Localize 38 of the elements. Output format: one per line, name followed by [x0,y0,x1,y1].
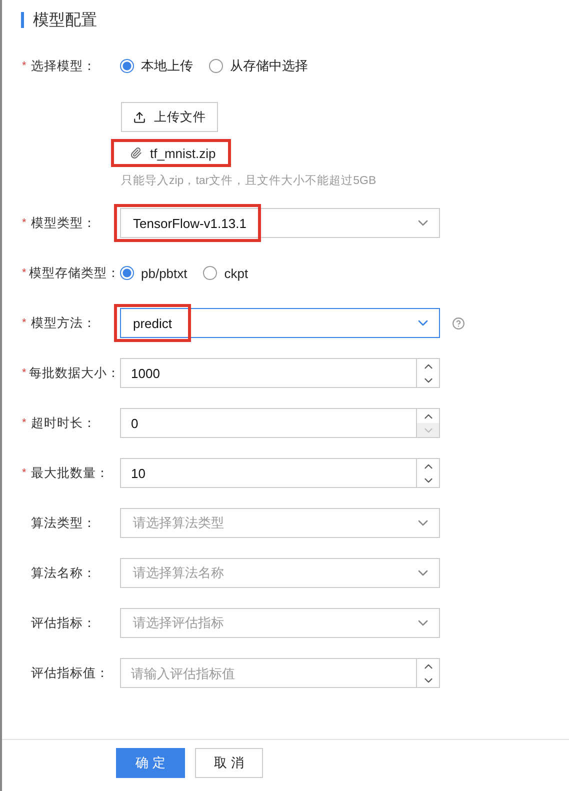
field-label: 评估指标： [31,614,96,632]
section-title: 模型配置 [33,10,97,30]
required-mark: * [22,367,28,379]
radio-button[interactable] [120,59,134,73]
field-label: 算法名称： [31,564,96,582]
field-label: 模型存储类型： [29,264,120,282]
radio-option[interactable]: pb/pbtxt [120,266,188,280]
required-mark: * [22,417,28,429]
upload-hint: 只能导入zip，tar文件，且文件大小不能超过5GB [121,174,376,188]
paperclip-icon [130,147,142,159]
required-mark: * [22,467,28,479]
required-mark: * [22,60,28,72]
radio-option[interactable]: ckpt [203,266,248,280]
file-entry[interactable]: tf_mnist.zip [111,139,231,167]
field-label: 每批数据大小： [29,364,120,382]
field-label: 选择模型： [31,58,96,74]
radio-option[interactable]: 本地上传 [120,57,193,75]
field-label: 评估指标值： [31,664,109,682]
field-label: 模型类型： [31,214,96,232]
upload-button[interactable]: 上传文件 [121,102,218,132]
field-label: 算法类型： [31,514,96,532]
required-mark: * [22,317,28,329]
select-field[interactable]: predict [120,308,440,338]
confirm-button[interactable]: 确 定 [116,748,185,778]
radio-button[interactable] [120,266,134,280]
radio-button[interactable] [203,266,218,280]
field-label: 超时时长： [31,414,96,432]
required-mark: * [22,267,28,279]
radio-option[interactable]: 从存储中选择 [209,57,308,75]
upload-icon [133,110,146,124]
select-field[interactable]: TensorFlow-v1.13.1 [120,208,440,238]
field-label: 模型方法： [31,314,96,332]
field-label: 最大批数量： [31,464,109,482]
radio-button[interactable] [209,59,223,73]
required-mark: * [22,217,28,229]
help-icon[interactable] [452,316,465,330]
cancel-button[interactable]: 取 消 [195,748,263,778]
title-accent-bar [21,12,24,28]
